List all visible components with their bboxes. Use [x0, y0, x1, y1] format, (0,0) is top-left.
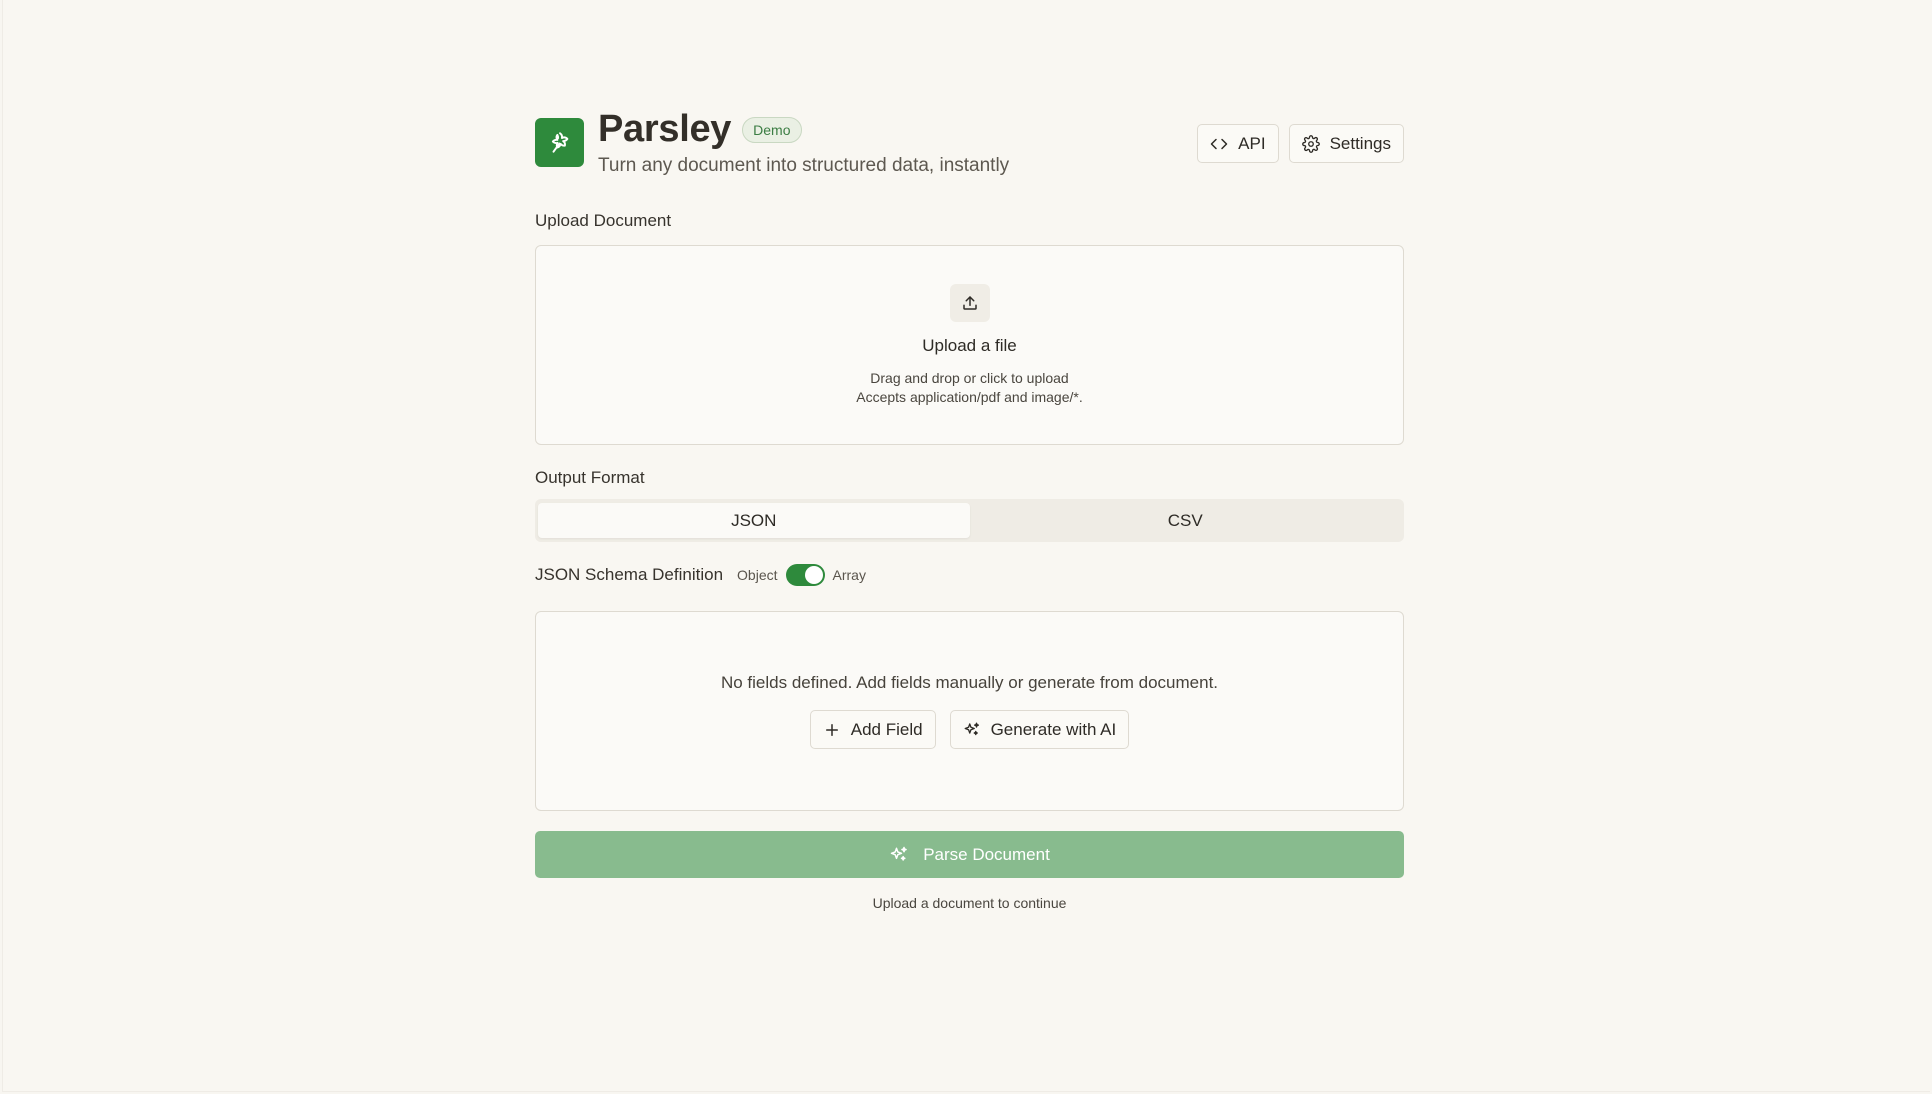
- header: Parsley Demo Turn any document into stru…: [535, 108, 1404, 188]
- parse-hint: Upload a document to continue: [872, 895, 1067, 911]
- sparkles-icon: [964, 722, 979, 735]
- output-format-selector: JSON CSV: [535, 499, 1404, 542]
- upload-instructions: Drag and drop or click to upload: [870, 370, 1069, 386]
- upload-section-label: Upload Document: [535, 211, 672, 230]
- format-option-json[interactable]: JSON: [538, 503, 970, 538]
- add-field-button[interactable]: Add Field: [809, 710, 936, 749]
- upload-icon: [949, 284, 990, 322]
- api-button-label: API: [1238, 133, 1266, 153]
- output-format-label: Output Format: [535, 468, 645, 487]
- schema-fields-panel: No fields defined. Add fields manually o…: [535, 611, 1404, 811]
- toggle-knob: [804, 566, 823, 584]
- parse-document-label: Parse Document: [923, 844, 1050, 864]
- upload-description: Drag and drop or click to upload Accepts…: [856, 369, 1082, 407]
- settings-button[interactable]: Settings: [1288, 124, 1404, 163]
- add-field-label: Add Field: [850, 719, 923, 739]
- object-array-toggle[interactable]: [785, 564, 825, 586]
- demo-badge: Demo: [742, 117, 802, 143]
- schema-label: JSON Schema Definition: [535, 565, 724, 584]
- title-row: Parsley Demo: [598, 108, 802, 150]
- upload-dropzone[interactable]: Upload a file Drag and drop or click to …: [535, 245, 1404, 445]
- parse-document-button[interactable]: Parse Document: [535, 831, 1404, 878]
- app-window: Parsley Demo Turn any document into stru…: [2, 0, 1930, 1092]
- code-icon: [1210, 138, 1228, 149]
- app-title: Parsley: [598, 108, 732, 150]
- upload-title: Upload a file: [922, 336, 1017, 355]
- schema-actions: Add Field Generate with AI: [809, 710, 1130, 749]
- parsley-leaf-icon: [535, 118, 584, 167]
- schema-header: JSON Schema Definition Object Array: [535, 564, 1404, 586]
- generate-with-ai-button[interactable]: Generate with AI: [949, 710, 1130, 749]
- header-actions: API Settings: [1197, 124, 1404, 163]
- api-button[interactable]: API: [1197, 124, 1279, 163]
- toggle-array-label: Array: [832, 567, 866, 583]
- main-container: Parsley Demo Turn any document into stru…: [535, 108, 1404, 911]
- settings-button-label: Settings: [1329, 133, 1391, 153]
- generate-with-ai-label: Generate with AI: [990, 719, 1117, 739]
- upload-accepted-types: Accepts application/pdf and image/*.: [856, 389, 1083, 405]
- sparkles-icon: [890, 846, 908, 861]
- app-subtitle: Turn any document into structured data, …: [598, 155, 1010, 176]
- toggle-object-label: Object: [737, 567, 778, 583]
- format-option-csv[interactable]: CSV: [970, 503, 1402, 538]
- plus-icon: [825, 723, 838, 736]
- gear-icon: [1301, 134, 1320, 153]
- empty-fields-message: No fields defined. Add fields manually o…: [720, 673, 1219, 692]
